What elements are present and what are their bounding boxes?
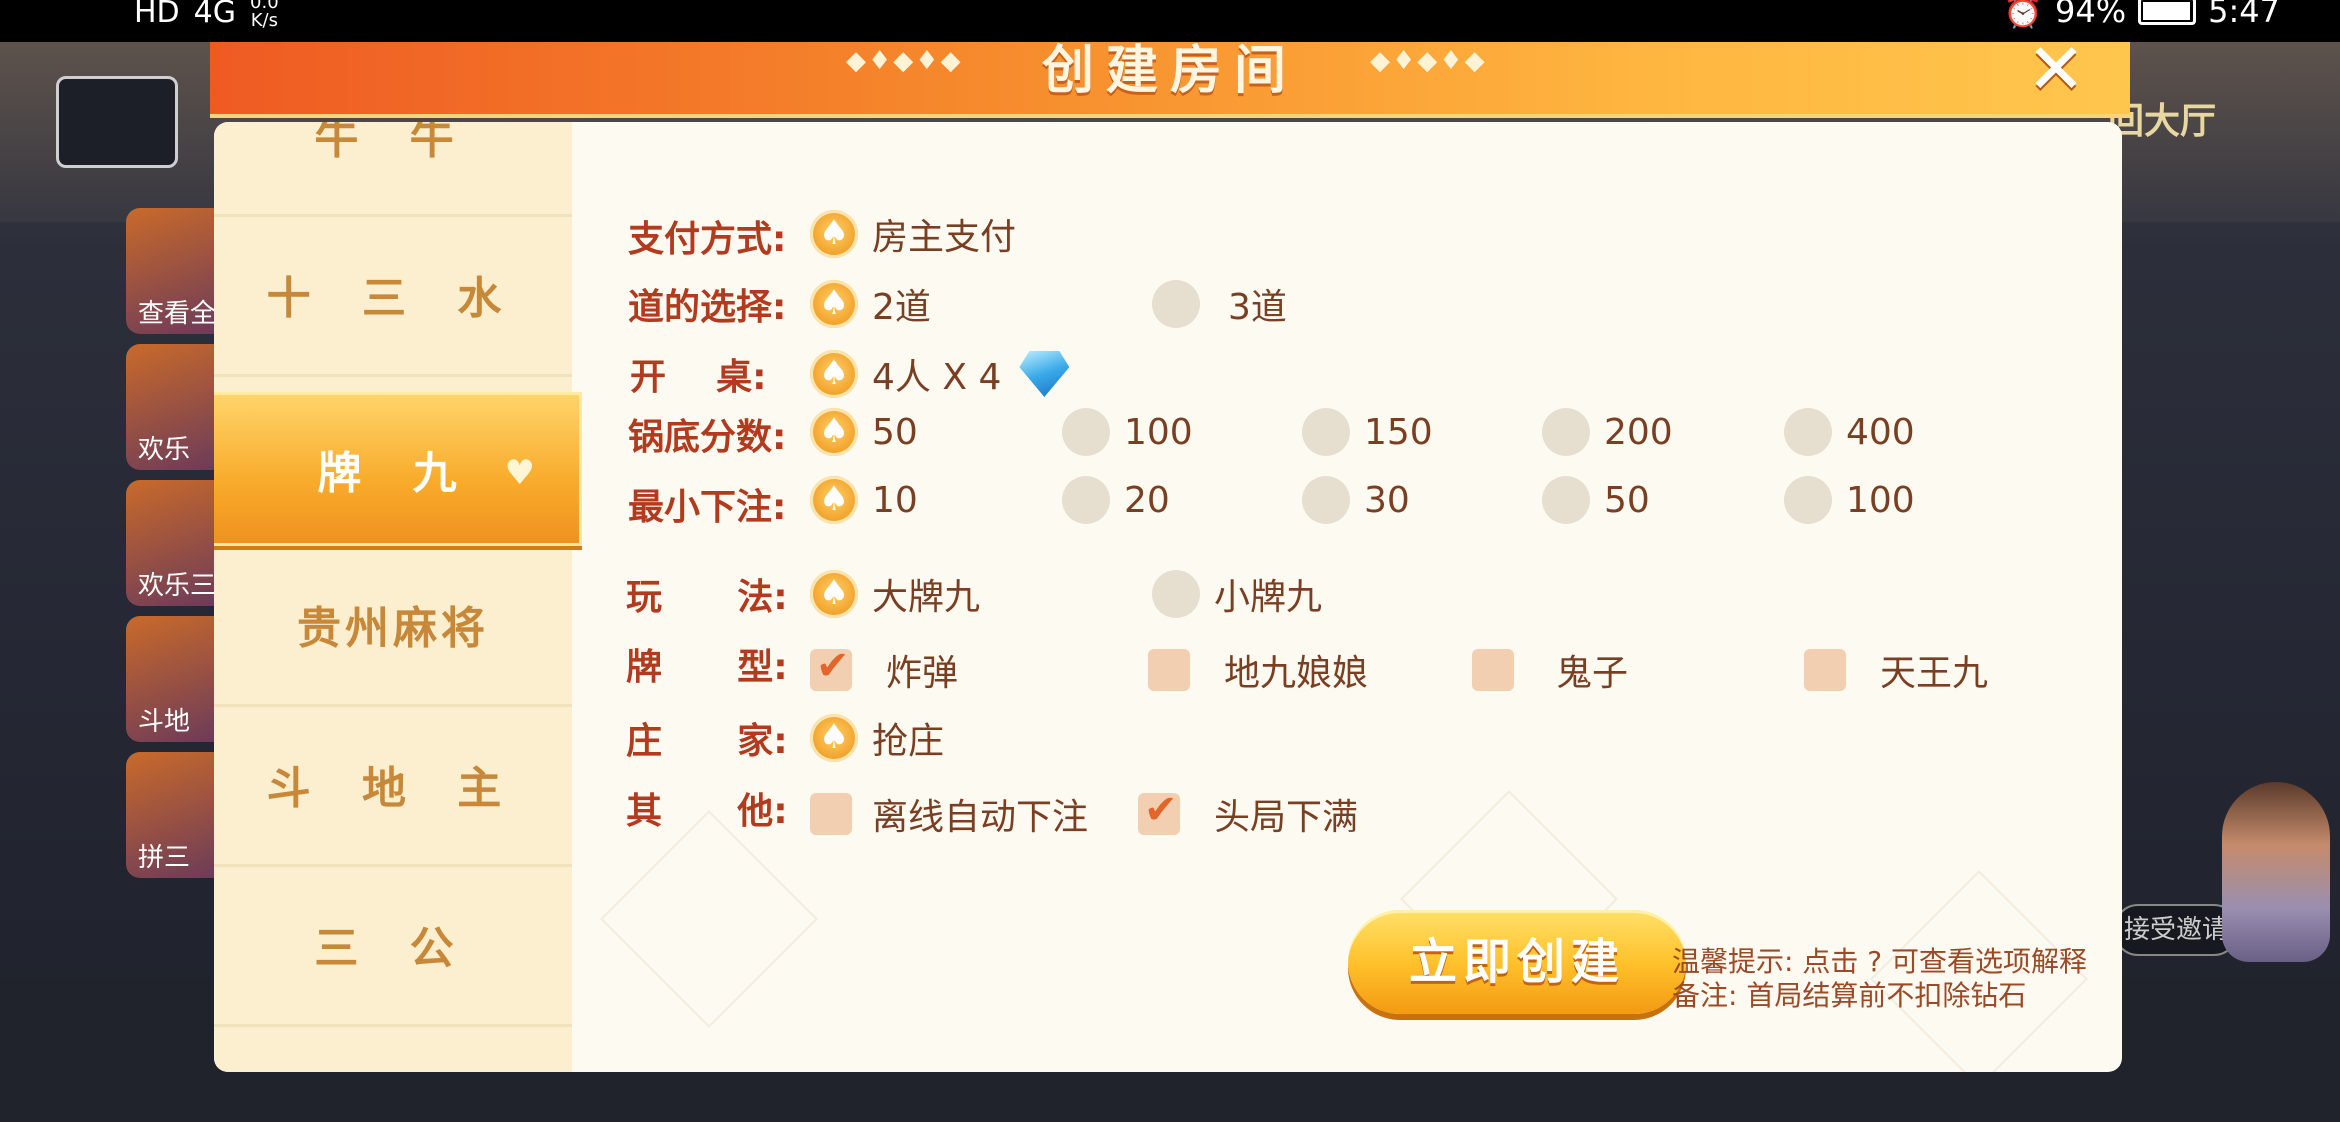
base-score-option[interactable]: 200 [1542,408,1673,456]
min-bet-option[interactable]: 10 [810,476,918,524]
banker-option-grab[interactable]: 抢庄 [810,712,944,764]
heart-icon: ♥ [504,453,553,493]
sidebar-item-sangong[interactable]: 三 公 [214,864,572,1027]
signal-icon: 4G [193,0,237,30]
battery-icon [2138,0,2197,25]
alarm-icon: ⏰ [2003,0,2044,30]
radio-selected[interactable] [810,210,858,258]
min-bet-option[interactable]: 50 [1542,476,1650,524]
base-score-option[interactable]: 400 [1784,408,1915,456]
payment-option-host[interactable]: 房主支付 [810,208,1016,260]
dao-option-3[interactable]: 3道 [1152,278,1287,330]
table-label: 开 桌: [630,357,767,398]
card-type-option-dijiu[interactable]: 地九娘娘 [1148,644,1368,696]
header-suit-decoration: ◆♦◆♦◆ [1370,46,1487,76]
game-type-sidebar: 牛 牛 十 三 水 牌 九 ♥ 贵州麻将 斗 地 主 三 公 [214,122,582,1072]
options-panel: 支付方式: 房主支付 道的选择: 2道 3道 开 桌: 4人 X 4 锅底分数:… [572,122,2122,1072]
sidebar-item-paijiu[interactable]: 牌 九 ♥ [214,392,582,546]
dialog-title: 创建房间 [1041,41,1298,101]
table-option-4x4[interactable]: 4人 X 4 [810,348,1070,400]
base-score-label: 锅底分数: [628,417,787,458]
accept-invite-button[interactable]: 接受邀请 [2114,904,2238,956]
sidebar-item-niuniu[interactable]: 牛 牛 [214,122,572,217]
other-option-first-full[interactable]: 头局下满 [1138,787,1358,840]
min-bet-option[interactable]: 100 [1784,476,1915,524]
card-type-option-tianwangjiu[interactable]: 天王九 [1804,644,1988,696]
lobby-game-tile[interactable]: 欢乐 [126,344,226,470]
tip-line-2: 备注: 首局结算前不扣除钻石 [1672,979,2027,1012]
net-speed: 0.0 K/s [250,0,279,30]
player-avatar[interactable] [56,76,178,168]
close-icon[interactable]: ✕ [2016,34,2096,104]
background-diamond-decoration [600,810,818,1028]
play-mode-label: 玩 法: [626,577,788,618]
other-label: 其 他: [626,791,788,832]
min-bet-option[interactable]: 20 [1062,476,1170,524]
create-room-button[interactable]: 立即创建 [1348,910,1686,1014]
sidebar-item-shisanshui[interactable]: 十 三 水 [214,214,572,377]
lobby-game-tile[interactable]: 拼三 [126,752,226,878]
sidebar-item-guizhou-mahjong[interactable]: 贵州麻将 [214,544,572,707]
create-room-dialog: 牛 牛 十 三 水 牌 九 ♥ 贵州麻将 斗 地 主 三 公 支付方式: 房主支… [214,122,2122,1072]
battery-percent: 94% [2055,0,2127,30]
card-type-label: 牌 型: [626,647,788,688]
lobby-game-tile[interactable]: 查看全 [126,208,226,334]
status-left: HD 4G 0.0 K/s [134,0,279,30]
card-type-option-guizi[interactable]: 鬼子 [1472,644,1628,696]
mascot-character [2222,782,2330,962]
payment-label: 支付方式: [628,219,787,260]
min-bet-option[interactable]: 30 [1302,476,1410,524]
base-score-option[interactable]: 50 [810,408,918,456]
dao-option-2[interactable]: 2道 [810,278,931,330]
card-type-option-bomb[interactable]: 炸弹 [810,643,958,696]
banker-label: 庄 家: [626,721,788,762]
dao-label: 道的选择: [628,287,787,328]
dialog-header: ◆♦◆♦◆ 创建房间 ◆♦◆♦◆ ✕ [210,34,2130,118]
base-score-option[interactable]: 100 [1062,408,1193,456]
lobby-game-tile[interactable]: 欢乐三 [126,480,226,606]
play-mode-option-small[interactable]: 小牌九 [1152,568,1322,620]
diamond-icon [1019,351,1070,397]
base-score-option[interactable]: 150 [1302,408,1433,456]
play-mode-option-big[interactable]: 大牌九 [810,568,980,620]
sidebar-item-doudizhu[interactable]: 斗 地 主 [214,704,572,867]
hd-icon: HD [134,0,180,30]
status-right: ⏰ 94% 5:47 [2003,0,2280,30]
clock: 5:47 [2208,0,2280,30]
other-option-auto-bet[interactable]: 离线自动下注 [810,788,1088,840]
min-bet-label: 最小下注: [628,487,787,528]
lobby-game-tile[interactable]: 斗地 [126,616,226,742]
